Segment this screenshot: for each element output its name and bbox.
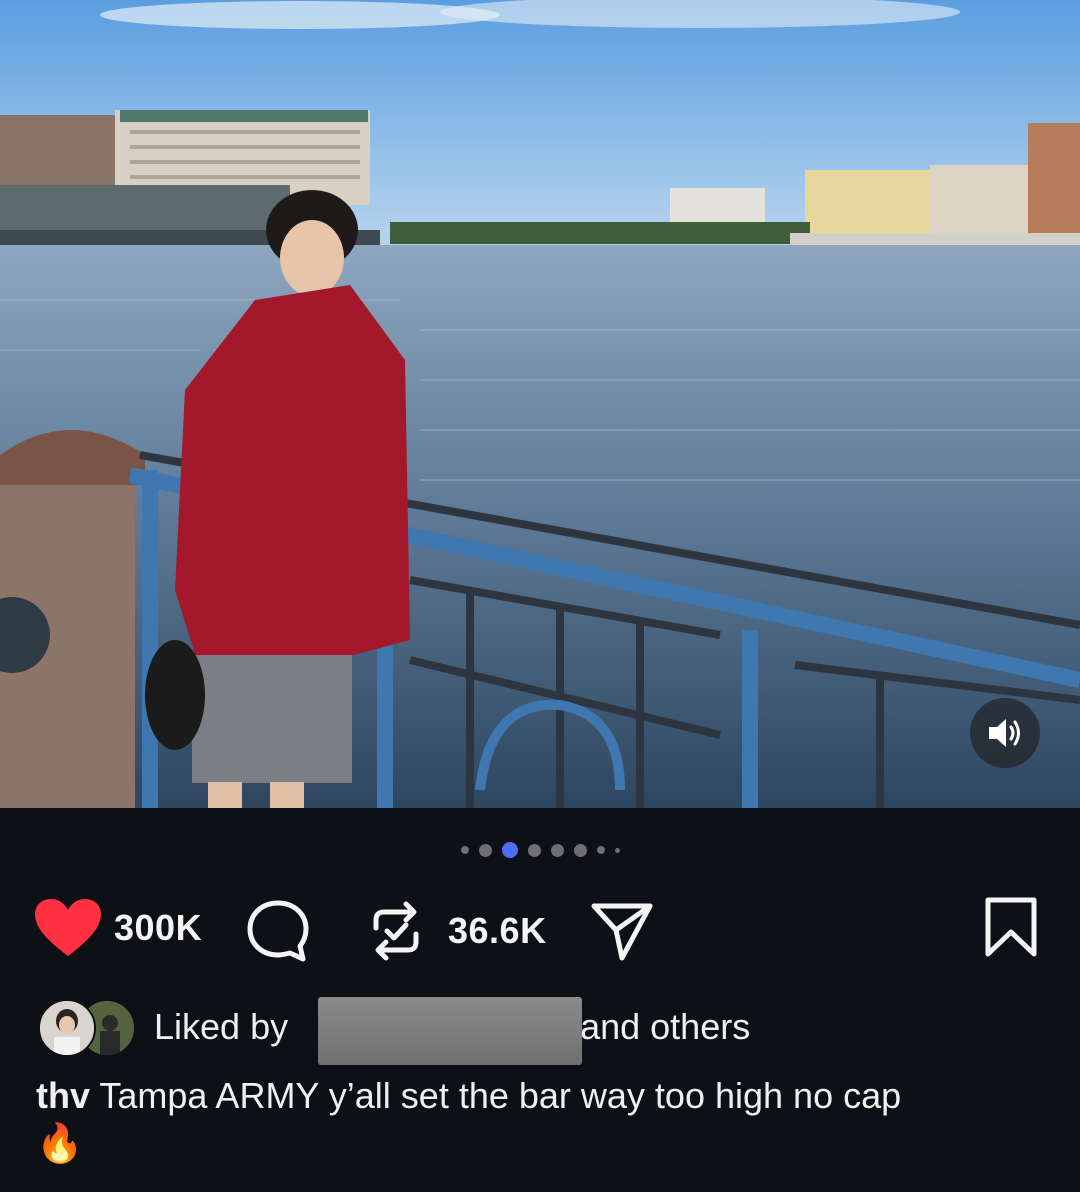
sound-toggle-button[interactable] bbox=[970, 698, 1040, 768]
repost-icon bbox=[373, 901, 419, 961]
repost-count: 36.6K bbox=[448, 910, 547, 951]
comment-button[interactable] bbox=[245, 898, 311, 964]
carousel-dot bbox=[460, 846, 469, 854]
repost-button[interactable]: 36.6K bbox=[368, 898, 547, 964]
carousel-indicator bbox=[0, 840, 1080, 860]
carousel-dot bbox=[478, 843, 492, 857]
carousel-dot bbox=[527, 843, 541, 857]
like-button[interactable]: 300K bbox=[34, 898, 202, 958]
like-count: 300K bbox=[114, 907, 203, 948]
avatar bbox=[38, 999, 96, 1057]
liker-avatars bbox=[38, 999, 138, 1057]
post-actions: 300K 36.6K bbox=[0, 890, 1080, 970]
carousel-dot bbox=[614, 847, 620, 853]
caption-text: Tampa ARMY y’all set the bar way too hig… bbox=[99, 1075, 902, 1116]
carousel-dot-active bbox=[501, 842, 518, 858]
fire-emoji: 🔥 bbox=[36, 1123, 84, 1165]
post-photo[interactable] bbox=[0, 0, 1080, 808]
comment-icon bbox=[247, 900, 309, 962]
carousel-dot bbox=[573, 843, 587, 857]
speaker-icon bbox=[989, 719, 1020, 747]
carousel-dot bbox=[550, 843, 564, 857]
share-button[interactable] bbox=[590, 900, 654, 962]
redaction-box bbox=[318, 997, 582, 1065]
send-icon bbox=[591, 903, 653, 961]
save-button[interactable] bbox=[984, 896, 1038, 958]
post-caption: thv Tampa ARMY y’all set the bar way too… bbox=[36, 1073, 1046, 1169]
bookmark-icon bbox=[985, 897, 1037, 957]
liked-by-prefix: Liked by bbox=[154, 1006, 289, 1047]
caption-username[interactable]: thv bbox=[36, 1075, 90, 1116]
liked-by-suffix: and others bbox=[580, 1006, 751, 1047]
carousel-dot bbox=[596, 846, 605, 854]
heart-icon bbox=[35, 899, 101, 956]
